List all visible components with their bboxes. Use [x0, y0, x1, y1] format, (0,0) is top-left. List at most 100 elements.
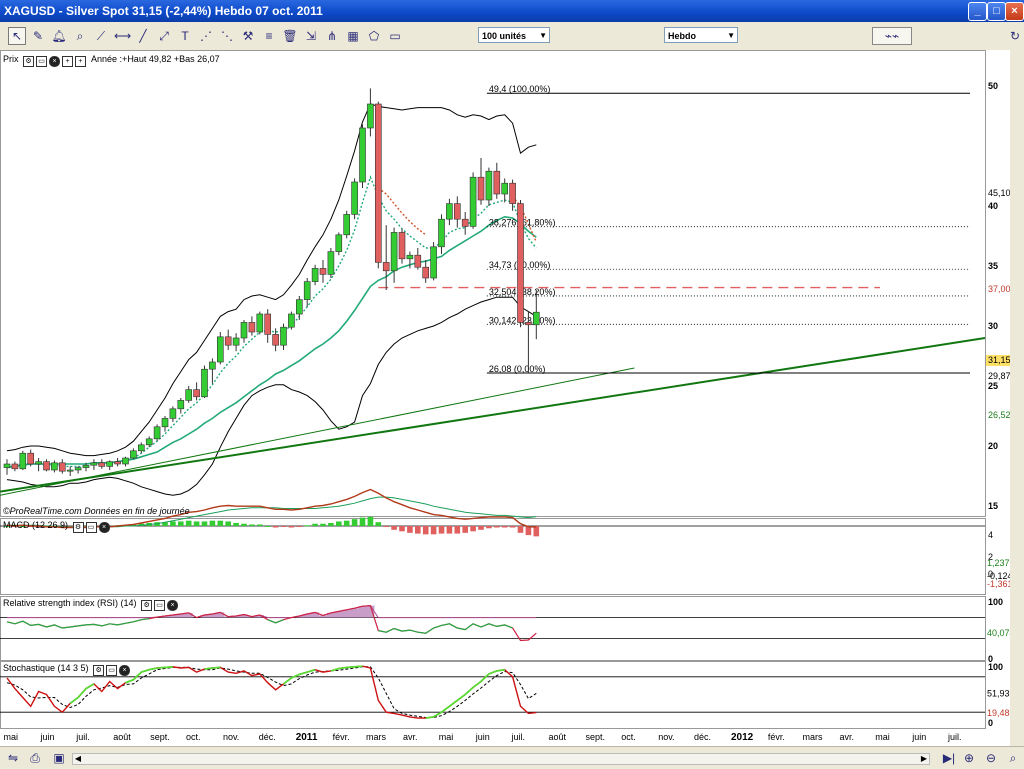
x-axis-label: mai: [4, 732, 19, 742]
price-value-tag-text: 26,529: [988, 410, 1010, 420]
rsi-y-tick: 100: [988, 597, 1003, 607]
candle-body: [74, 467, 82, 471]
zoom-in-icon[interactable]: ⊕: [960, 749, 978, 767]
window-icon[interactable]: ▭: [154, 600, 166, 611]
candle-body: [272, 334, 279, 346]
close-icon[interactable]: ×: [167, 600, 179, 611]
scroll-right-icon[interactable]: ▶: [919, 754, 929, 764]
wrench-icon[interactable]: ⚙: [72, 522, 84, 533]
macd-histogram-bar: [462, 526, 468, 533]
wrench-icon[interactable]: ⚙: [93, 665, 105, 676]
candle-body: [509, 182, 516, 204]
ruler-icon[interactable]: ✎: [29, 27, 47, 45]
polygon-icon[interactable]: ⬠: [365, 27, 383, 45]
scroll-left-icon[interactable]: ◀: [73, 754, 83, 764]
cursor-icon[interactable]: ↖: [8, 27, 26, 45]
rsi-panel-header: Relative strength index (RSI) (14) ⚙ ▭ ×: [3, 598, 179, 611]
period-select[interactable]: Hebdo ▼: [664, 27, 738, 43]
x-axis-label: avr.: [403, 732, 418, 742]
close-button[interactable]: ×: [1005, 2, 1024, 21]
macd-histogram-bar: [454, 526, 461, 534]
candle-body: [193, 389, 200, 398]
candle-body: [311, 268, 319, 282]
chart-type-icon[interactable]: ⌁⌁: [872, 27, 912, 45]
chevron-down-icon: ▼: [539, 31, 547, 40]
text-icon[interactable]: T: [176, 27, 194, 45]
retracement-icon[interactable]: ≡: [260, 27, 278, 45]
candle-body: [169, 408, 177, 419]
stoch-value-tag: 19,485: [987, 708, 1010, 718]
zoom-fit-icon[interactable]: ⌕: [1004, 749, 1022, 767]
watermark-text: ProRealTime.com Données en fin de journé…: [9, 506, 190, 516]
candle-body: [453, 203, 461, 220]
zoom-rect-icon[interactable]: ▭: [386, 27, 404, 45]
refresh-icon[interactable]: ↻: [1006, 27, 1024, 45]
arrow-icon[interactable]: ⇲: [302, 27, 320, 45]
price-y-tick: 20: [988, 441, 998, 451]
wrench-icon[interactable]: ⚙: [23, 56, 35, 67]
bell-icon[interactable]: 🔔︎: [50, 27, 68, 45]
x-axis-label: juin: [911, 732, 926, 742]
macd-histogram-bar: [407, 526, 413, 533]
channel-icon[interactable]: ⚒: [239, 27, 257, 45]
close-icon[interactable]: ×: [98, 522, 110, 533]
fibonacci-icon[interactable]: ⋰: [197, 27, 215, 45]
chart-svg[interactable]: 5040353025201549,4 (100,00%)38,276 (61,8…: [0, 50, 1018, 746]
x-axis-label: juin: [40, 732, 55, 742]
close-icon[interactable]: ×: [49, 56, 61, 67]
image-icon[interactable]: ▣: [50, 749, 68, 767]
candle-body: [224, 336, 232, 346]
zoom-out-icon[interactable]: ⊖: [982, 749, 1000, 767]
add-indicator-icon[interactable]: +: [75, 56, 87, 67]
candle-body: [525, 322, 532, 326]
macd-histogram-bar: [185, 520, 192, 526]
candle-body: [248, 322, 256, 333]
trendline-icon[interactable]: ╱: [134, 27, 152, 45]
x-axis-label: févr.: [333, 732, 350, 742]
close-icon[interactable]: ×: [119, 665, 131, 676]
candle-body: [469, 176, 477, 227]
trendline-short: [0, 367, 635, 496]
fan-icon[interactable]: ⋱: [218, 27, 236, 45]
grid-icon[interactable]: ▦: [344, 27, 362, 45]
macd-histogram-bar: [501, 526, 508, 528]
minimize-button[interactable]: _: [968, 2, 987, 21]
x-axis-label: juil.: [511, 732, 526, 742]
macd-histogram-bar: [478, 526, 484, 530]
macd-histogram-bar: [351, 519, 358, 526]
trendline-alt-icon[interactable]: ⤢: [155, 27, 173, 45]
macd-y-tick: 4: [988, 530, 993, 540]
candle-body: [58, 462, 66, 472]
candle-body: [130, 450, 137, 459]
price-y-tick: 15: [988, 501, 998, 511]
add-icon[interactable]: +: [62, 56, 74, 67]
window-icon[interactable]: ▭: [36, 56, 48, 67]
horizontal-scrollbar[interactable]: ◀ ▶: [72, 753, 930, 765]
ema-slow-line: [6, 215, 537, 469]
units-select[interactable]: 100 unités ▼: [478, 27, 550, 43]
candle-body: [185, 389, 192, 401]
printer-icon[interactable]: ⎙: [26, 749, 44, 767]
candle-body: [217, 336, 224, 363]
candle-body: [153, 426, 161, 440]
window-icon[interactable]: ▭: [85, 522, 97, 533]
macd-histogram-bar: [509, 526, 516, 528]
print-preview-icon[interactable]: ⇋: [4, 749, 22, 767]
scroll-end-icon[interactable]: ▶|: [940, 749, 958, 767]
wrench-icon[interactable]: ⚙: [141, 600, 153, 611]
x-axis-label: mai: [875, 732, 890, 742]
candle-body: [398, 232, 406, 260]
window-icon[interactable]: ▭: [106, 665, 118, 676]
macd-histogram-bar: [264, 526, 271, 527]
trash-icon[interactable]: 🗑︎: [281, 27, 299, 45]
macd-histogram-bar: [296, 526, 303, 527]
maximize-button[interactable]: □: [987, 2, 1006, 21]
pitchfork-icon[interactable]: ⋔: [323, 27, 341, 45]
magnifier-icon[interactable]: ⌕: [71, 27, 89, 45]
candle-body: [90, 462, 98, 466]
hline-icon[interactable]: ⟷: [113, 27, 131, 45]
macd-histogram-bar: [328, 522, 334, 526]
macd-panel-frame: [0, 518, 986, 595]
line-icon[interactable]: ⟋: [92, 27, 110, 45]
candle-body: [343, 214, 351, 236]
